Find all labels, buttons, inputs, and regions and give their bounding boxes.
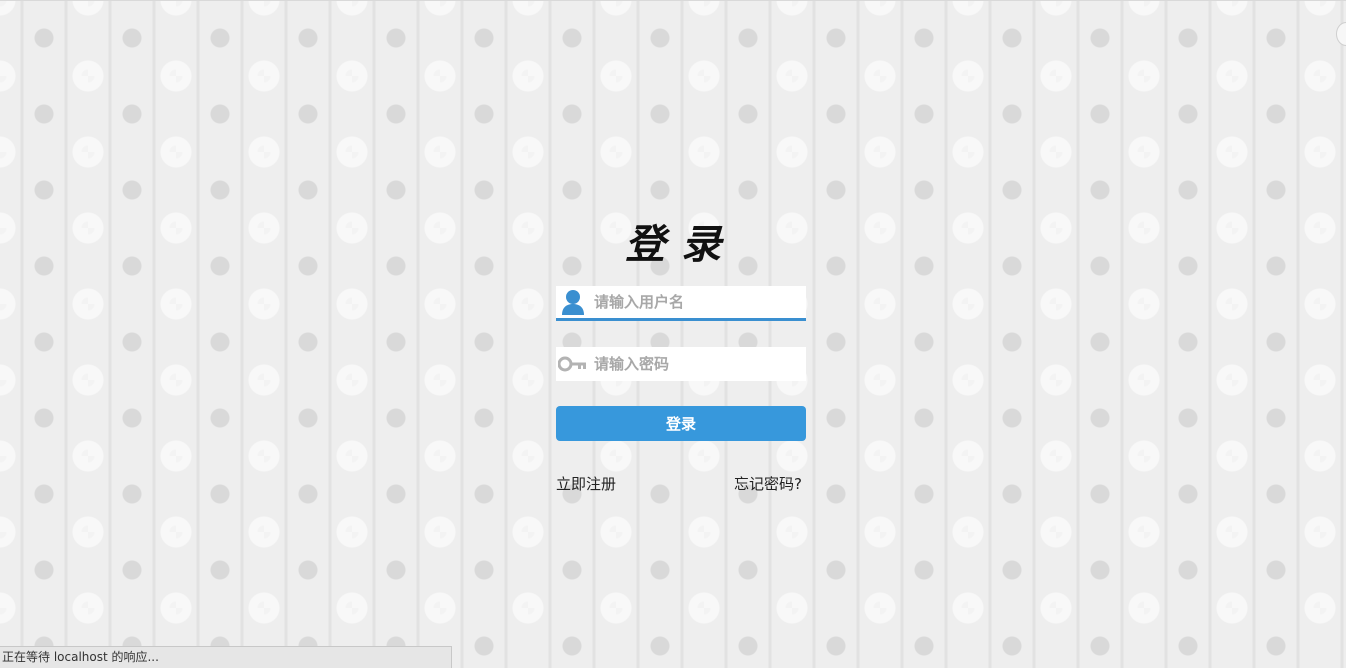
scroll-knob[interactable] — [1336, 22, 1346, 46]
login-button[interactable]: 登录 — [556, 406, 806, 441]
browser-status-bar: 正在等待 localhost 的响应... — [0, 646, 452, 668]
password-input[interactable] — [590, 349, 815, 379]
register-link[interactable]: 立即注册 — [556, 474, 616, 494]
forgot-password-link[interactable]: 忘记密码? — [734, 474, 802, 494]
window-top-border — [0, 0, 1346, 1]
password-field[interactable] — [556, 347, 815, 381]
key-icon — [556, 347, 590, 381]
username-field[interactable] — [556, 285, 815, 321]
page-title: 登录 — [625, 221, 737, 268]
username-input[interactable] — [590, 287, 815, 317]
user-icon — [556, 285, 590, 319]
